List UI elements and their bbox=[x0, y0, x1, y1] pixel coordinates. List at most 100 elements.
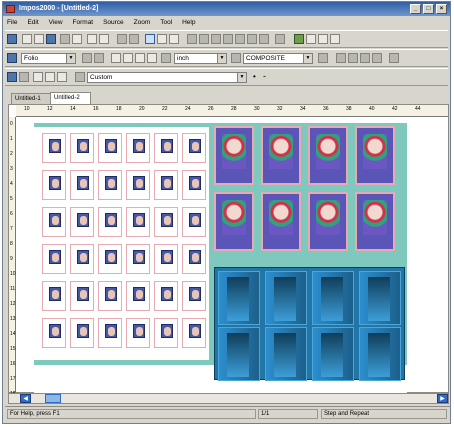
step-repeat-card[interactable] bbox=[42, 244, 66, 274]
mark-tool-icon[interactable] bbox=[45, 72, 55, 82]
rotate-icon[interactable] bbox=[169, 34, 179, 44]
photo-page[interactable] bbox=[312, 327, 354, 381]
photo-page[interactable] bbox=[265, 271, 307, 325]
page-preview-icon[interactable] bbox=[231, 53, 241, 63]
step-repeat-card[interactable] bbox=[70, 207, 94, 237]
cover-page[interactable] bbox=[261, 126, 301, 185]
tab-untitled-2[interactable]: Untitled-2 bbox=[50, 92, 91, 104]
cover-page[interactable] bbox=[261, 192, 301, 251]
step-repeat-card[interactable] bbox=[126, 318, 150, 348]
save-icon[interactable] bbox=[46, 34, 56, 44]
step-repeat-card[interactable] bbox=[126, 244, 150, 274]
unit-icon[interactable] bbox=[161, 53, 171, 63]
color-mode-select[interactable]: COMPOSITE ▼ bbox=[243, 53, 313, 64]
imposition-sheet[interactable] bbox=[34, 123, 407, 393]
menu-source[interactable]: Source bbox=[99, 17, 128, 29]
step-repeat-card[interactable] bbox=[42, 281, 66, 311]
undo-icon[interactable] bbox=[94, 53, 104, 63]
page-icon[interactable] bbox=[318, 34, 328, 44]
step-repeat-card[interactable] bbox=[42, 318, 66, 348]
step-repeat-card[interactable] bbox=[98, 207, 122, 237]
step-repeat-card[interactable] bbox=[182, 170, 206, 200]
chevron-down-icon[interactable]: ▼ bbox=[66, 54, 75, 63]
bleed-icon[interactable] bbox=[259, 34, 269, 44]
document-workspace[interactable]: 10 12 14 16 18 20 22 24 26 28 30 32 34 36 38 40 42 44 012… bbox=[8, 104, 449, 397]
open-folder-icon[interactable] bbox=[34, 34, 44, 44]
close-button[interactable]: × bbox=[436, 4, 447, 14]
last-page-icon[interactable] bbox=[372, 53, 382, 63]
photo-page[interactable] bbox=[218, 327, 260, 381]
chevron-down-icon[interactable]: ▼ bbox=[303, 54, 312, 63]
previous-page-icon[interactable] bbox=[348, 53, 358, 63]
preview-icon[interactable] bbox=[72, 34, 82, 44]
step-repeat-card[interactable] bbox=[182, 244, 206, 274]
cover-page[interactable] bbox=[355, 192, 395, 251]
flip-icon[interactable] bbox=[247, 34, 257, 44]
step-repeat-card[interactable] bbox=[70, 244, 94, 274]
photo-page[interactable] bbox=[359, 327, 401, 381]
horizontal-scrollbar[interactable]: ◀ ▶ bbox=[8, 393, 449, 404]
marquee-tool-icon[interactable] bbox=[19, 72, 29, 82]
scroll-left-icon[interactable]: ◀ bbox=[20, 394, 31, 403]
copy-icon[interactable] bbox=[87, 34, 97, 44]
step-repeat-card[interactable] bbox=[70, 281, 94, 311]
first-page-icon[interactable] bbox=[336, 53, 346, 63]
scroll-thumb[interactable] bbox=[45, 394, 61, 403]
distribute-icon[interactable] bbox=[223, 34, 233, 44]
settings-icon[interactable] bbox=[330, 34, 340, 44]
step-repeat-card[interactable] bbox=[42, 207, 66, 237]
next-page-icon[interactable] bbox=[360, 53, 370, 63]
fit-icon[interactable] bbox=[135, 53, 145, 63]
step-repeat-card[interactable] bbox=[98, 281, 122, 311]
cover-page[interactable] bbox=[214, 126, 254, 185]
menu-file[interactable]: File bbox=[3, 17, 21, 29]
step-repeat-card[interactable] bbox=[154, 133, 178, 163]
layout-icon[interactable] bbox=[157, 34, 167, 44]
scheme-select[interactable]: Custom ▼ bbox=[87, 72, 247, 83]
pen-icon[interactable] bbox=[75, 72, 85, 82]
maximize-button[interactable]: □ bbox=[423, 4, 434, 14]
photo-page[interactable] bbox=[265, 327, 307, 381]
menu-edit[interactable]: Edit bbox=[23, 17, 42, 29]
step-repeat-card[interactable] bbox=[126, 207, 150, 237]
step-repeat-card[interactable] bbox=[154, 281, 178, 311]
align-middle-icon[interactable] bbox=[199, 34, 209, 44]
menu-tool[interactable]: Tool bbox=[156, 17, 176, 29]
align-left-icon[interactable] bbox=[117, 34, 127, 44]
select-tool-icon[interactable] bbox=[7, 72, 17, 82]
step-repeat-card[interactable] bbox=[126, 281, 150, 311]
step-repeat-card[interactable] bbox=[126, 170, 150, 200]
menu-view[interactable]: View bbox=[45, 17, 67, 29]
step-repeat-card[interactable] bbox=[42, 133, 66, 163]
menu-format[interactable]: Format bbox=[69, 17, 98, 29]
scroll-right-icon[interactable]: ▶ bbox=[437, 394, 448, 403]
step-repeat-card[interactable] bbox=[182, 207, 206, 237]
photo-page[interactable] bbox=[359, 271, 401, 325]
cover-page[interactable] bbox=[355, 126, 395, 185]
new-file-icon[interactable] bbox=[22, 34, 32, 44]
zoom-out-icon[interactable] bbox=[123, 53, 133, 63]
photo-page[interactable] bbox=[312, 271, 354, 325]
cover-page[interactable] bbox=[308, 192, 348, 251]
arrow-icon[interactable] bbox=[7, 53, 17, 63]
app-icon[interactable] bbox=[6, 5, 15, 13]
print-icon[interactable] bbox=[60, 34, 70, 44]
sheet-icon[interactable] bbox=[306, 34, 316, 44]
marks-icon[interactable] bbox=[275, 34, 285, 44]
align-right-icon[interactable] bbox=[129, 34, 139, 44]
step-repeat-card[interactable] bbox=[98, 133, 122, 163]
step-repeat-card[interactable] bbox=[70, 170, 94, 200]
align-bottom-icon[interactable] bbox=[211, 34, 221, 44]
step-repeat-card[interactable] bbox=[154, 170, 178, 200]
step-repeat-card[interactable] bbox=[182, 133, 206, 163]
paste-icon[interactable] bbox=[99, 34, 109, 44]
step-repeat-card[interactable] bbox=[154, 207, 178, 237]
chevron-down-icon[interactable]: ▼ bbox=[237, 73, 246, 82]
app-toolbar-icon[interactable] bbox=[7, 34, 17, 44]
cover-page[interactable] bbox=[308, 126, 348, 185]
zoom-icon[interactable] bbox=[111, 53, 121, 63]
layout-select[interactable]: Folio ▼ bbox=[21, 53, 76, 64]
menu-zoom[interactable]: Zoom bbox=[130, 17, 155, 29]
output-icon[interactable] bbox=[294, 34, 304, 44]
step-repeat-card[interactable] bbox=[98, 244, 122, 274]
